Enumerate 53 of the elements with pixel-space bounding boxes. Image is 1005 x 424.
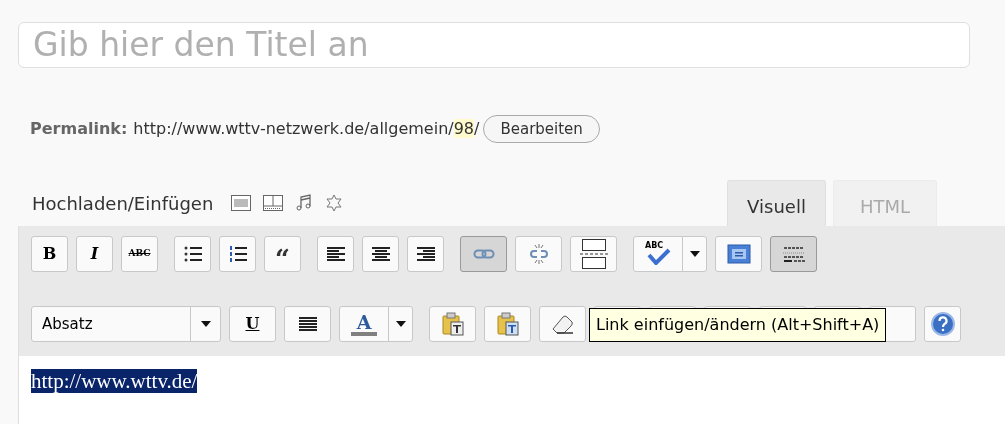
justify-icon <box>297 315 318 333</box>
fullscreen-button[interactable] <box>715 236 762 272</box>
clipboard-icon <box>495 312 520 336</box>
permalink-label: Permalink: <box>30 118 128 140</box>
upload-label: Hochladen/Einfügen <box>32 191 214 216</box>
bullet-list-icon <box>182 245 203 263</box>
align-left-icon <box>325 245 346 263</box>
align-right-icon <box>415 245 436 263</box>
caret-icon <box>200 321 211 327</box>
film-icon[interactable] <box>263 195 284 211</box>
tooltip: Link einfügen/ändern (Alt+Shift+A) <box>589 308 887 342</box>
toolbar-toggle-icon <box>781 244 806 264</box>
bold-button[interactable]: B <box>31 236 68 272</box>
align-left-button[interactable] <box>317 236 354 272</box>
align-center-button[interactable] <box>362 236 399 272</box>
help-button[interactable] <box>924 306 961 342</box>
permalink-url: http://www.wttv-netzwerk.de/allgemein/98/ <box>133 118 480 140</box>
italic-button[interactable]: I <box>76 236 113 272</box>
numbered-list-button[interactable] <box>219 236 256 272</box>
more-tag-button[interactable] <box>570 236 617 272</box>
caret-icon <box>395 321 406 327</box>
eraser-icon <box>550 313 575 335</box>
star-icon[interactable] <box>325 194 344 212</box>
paste-word-button[interactable] <box>484 306 531 342</box>
justify-button[interactable] <box>284 306 331 342</box>
selected-text: http://www.wttv.de/ <box>31 369 198 393</box>
align-center-icon <box>370 245 391 263</box>
edit-button[interactable]: Bearbeiten <box>483 115 600 143</box>
clipboard-icon <box>440 312 465 336</box>
image-icon[interactable] <box>231 195 252 211</box>
color-swatch <box>351 332 377 336</box>
broken-link-icon <box>527 243 550 265</box>
text-color-button[interactable]: A <box>339 306 413 342</box>
title-field[interactable]: Gib hier den Titel an <box>18 22 970 68</box>
numbered-list-icon <box>227 245 248 263</box>
music-note-icon[interactable] <box>295 194 314 212</box>
help-icon <box>930 312 955 336</box>
editor-tab[interactable]: Visuell <box>727 180 826 226</box>
fullscreen-icon <box>726 244 751 264</box>
blockquote-button[interactable]: “ <box>264 236 301 272</box>
format-select[interactable]: Absatz <box>31 306 221 342</box>
chain-link-icon <box>472 247 495 261</box>
clear-formatting-button[interactable] <box>539 306 586 342</box>
bullet-list-button[interactable] <box>174 236 211 272</box>
toolbar-toggle-button[interactable] <box>770 236 817 272</box>
underline-button[interactable]: U <box>229 306 276 342</box>
align-right-button[interactable] <box>407 236 444 272</box>
caret-icon <box>689 251 700 257</box>
paste-text-button[interactable] <box>429 306 476 342</box>
spellcheck-button[interactable]: ABC <box>633 236 707 272</box>
strikethrough-button[interactable]: ABC <box>121 236 158 272</box>
remove-link-button[interactable] <box>515 236 562 272</box>
page-break-icon <box>578 239 609 269</box>
